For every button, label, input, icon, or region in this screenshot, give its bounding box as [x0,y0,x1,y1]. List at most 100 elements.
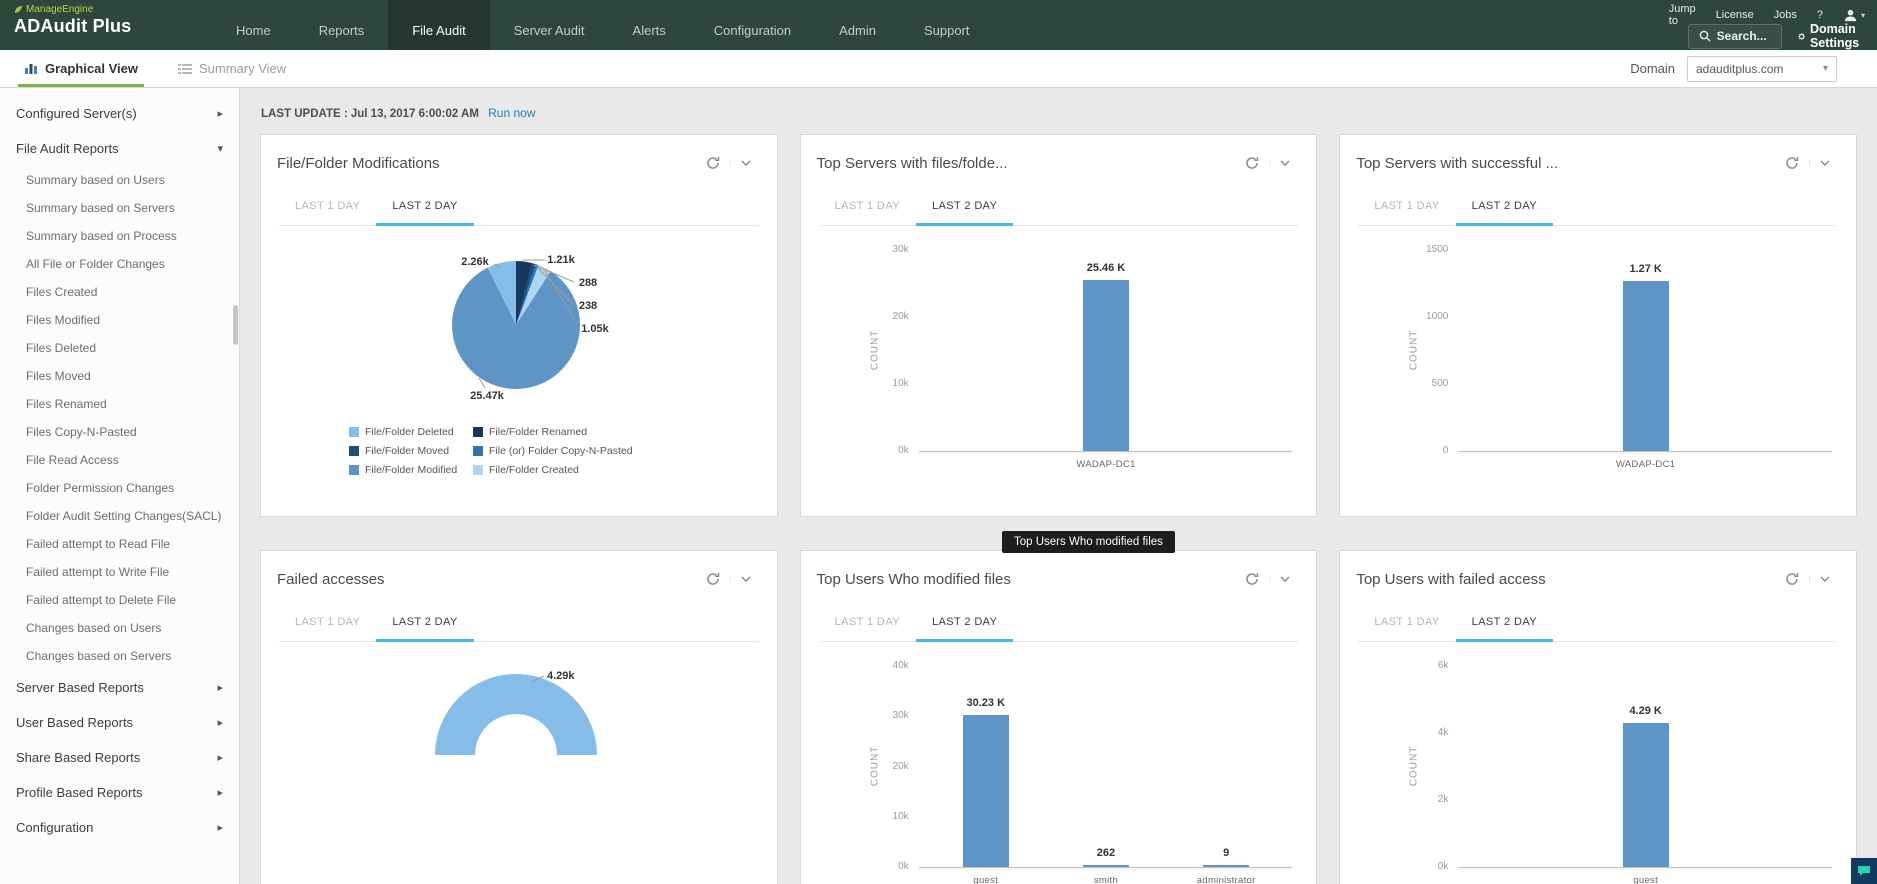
tab-last-2-day[interactable]: LAST 2 DAY [916,189,1014,226]
refresh-icon[interactable] [1775,156,1809,170]
tab-last-2-day[interactable]: LAST 2 DAY [916,605,1014,642]
tab-last-1-day[interactable]: LAST 1 DAY [819,605,916,642]
tab-last-1-day[interactable]: LAST 1 DAY [819,189,916,226]
tab-last-1-day[interactable]: LAST 1 DAY [1358,605,1455,642]
nav-item-server-audit[interactable]: Server Audit [490,0,609,50]
sidebar-section-file-audit-reports[interactable]: File Audit Reports ▾ [0,131,239,166]
x-axis-labels: WADAP-DC1 [926,459,1287,470]
chevron-down-icon[interactable] [1269,576,1300,582]
sidebar-item-failed-attempt-to-delete-file[interactable]: Failed attempt to Delete File [0,586,239,614]
nav-item-home[interactable]: Home [212,0,295,50]
bar[interactable] [1082,280,1129,451]
sidebar-item-files-moved[interactable]: Files Moved [0,362,239,390]
bar-slot: 4.29 K [1606,666,1686,867]
nav-item-file-audit[interactable]: File Audit [388,0,490,50]
chevron-down-icon[interactable] [1269,160,1300,166]
view-tab-label: Summary View [198,61,287,76]
tab-last-1-day[interactable]: LAST 1 DAY [1358,189,1455,226]
sidebar-item-file-read-access[interactable]: File Read Access [0,446,239,474]
bar[interactable] [1622,723,1669,867]
bar[interactable] [1203,865,1250,867]
sidebar-item-all-file-or-folder-changes[interactable]: All File or Folder Changes [0,250,239,278]
sidebar-item-folder-audit-setting-changes-sacl[interactable]: Folder Audit Setting Changes(SACL) [0,502,239,530]
sidebar-item-changes-based-on-users[interactable]: Changes based on Users [0,614,239,642]
refresh-icon[interactable] [1235,572,1269,586]
sidebar-item-files-modified[interactable]: Files Modified [0,306,239,334]
user-menu[interactable]: ▾ [1843,8,1865,23]
x-axis-category: smith [1093,875,1119,884]
view-tab-label: Graphical View [45,61,138,76]
nav-item-configuration[interactable]: Configuration [690,0,815,50]
sidebar-item-summary-based-on-process[interactable]: Summary based on Process [0,222,239,250]
card-title: Top Users Who modified files [816,570,1011,588]
chevron-right-icon: ▸ [217,717,223,729]
bar-chart-body: COUNT 0k 2k 4k 6k 4.29 K guest [1340,642,1856,884]
chevron-down-icon[interactable] [729,576,761,582]
bar-slot: 25.46 K [1066,250,1146,451]
sidebar-section-server-based-reports[interactable]: Server Based Reports ▸ [0,670,239,705]
sidebar-section-configuration[interactable]: Configuration ▸ [0,810,239,845]
donut-chart[interactable] [435,674,597,755]
sidebar-section-user-based-reports[interactable]: User Based Reports ▸ [0,705,239,740]
sidebar-section-profile-based-reports[interactable]: Profile Based Reports ▸ [0,775,239,810]
sidebar-item-changes-based-on-servers[interactable]: Changes based on Servers [0,642,239,670]
view-tab-graphical-view[interactable]: Graphical View [14,50,148,87]
sidebar-item-summary-based-on-users[interactable]: Summary based on Users [0,166,239,194]
refresh-icon[interactable] [696,572,730,586]
domain-select-value: adauditplus.com [1696,61,1784,76]
run-now-link[interactable]: Run now [488,106,535,120]
nav-item-alerts[interactable]: Alerts [609,0,690,50]
quick-link-jobs[interactable]: Jobs [1774,9,1797,21]
card-top-servers-files: Top Servers with files/folde... LAST 1 D… [799,134,1318,518]
tab-last-2-day[interactable]: LAST 2 DAY [376,605,474,642]
x-axis-labels: guest [1465,875,1826,884]
nav-item-reports[interactable]: Reports [295,0,389,50]
chevron-down-icon[interactable] [729,160,761,166]
sidebar-scrollbar[interactable] [233,305,238,345]
card-actions [1235,564,1300,586]
sidebar-section-configured-server-s[interactable]: Configured Server(s) ▸ [0,96,239,131]
pie-chart[interactable] [452,261,580,389]
tab-last-1-day[interactable]: LAST 1 DAY [279,189,376,226]
bar[interactable] [962,715,1009,867]
tab-last-1-day[interactable]: LAST 1 DAY [279,605,376,642]
last-update-line: LAST UPDATE : Jul 13, 2017 6:00:02 AM Ru… [261,106,1857,120]
sidebar-item-files-deleted[interactable]: Files Deleted [0,334,239,362]
domain-settings-button[interactable]: Domain Settings [1798,22,1865,50]
refresh-icon[interactable] [1235,156,1269,170]
sidebar-item-files-created[interactable]: Files Created [0,278,239,306]
quick-link-[interactable]: ? [1817,9,1823,21]
tab-last-2-day[interactable]: LAST 2 DAY [1455,189,1554,226]
domain-selector: Domain adauditplus.com ▾ [1630,50,1837,87]
nav-item-support[interactable]: Support [900,0,994,50]
chevron-down-icon[interactable] [1809,576,1840,582]
sidebar-item-failed-attempt-to-read-file[interactable]: Failed attempt to Read File [0,530,239,558]
sidebar-item-files-renamed[interactable]: Files Renamed [0,390,239,418]
donut-value-label: 4.29k [547,670,575,682]
sidebar-section-share-based-reports[interactable]: Share Based Reports ▸ [0,740,239,775]
nav-item-admin[interactable]: Admin [815,0,900,50]
chevron-down-icon[interactable] [1809,160,1840,166]
refresh-icon[interactable] [696,156,730,170]
chat-widget-button[interactable] [1851,858,1877,884]
sidebar-item-failed-attempt-to-write-file[interactable]: Failed attempt to Write File [0,558,239,586]
sidebar-item-folder-permission-changes[interactable]: Folder Permission Changes [0,474,239,502]
y-axis-tick: 0k [898,861,909,872]
tab-last-2-day[interactable]: LAST 2 DAY [1455,605,1554,642]
bar[interactable] [1082,865,1129,867]
legend-swatch [473,427,483,437]
search-button-label: Search... [1716,28,1767,43]
bar-chart-body: COUNT 0k 10k 20k 30k 25.46 K WADAP-DC1 [801,226,1317,518]
search-button[interactable]: Search... [1687,23,1782,49]
refresh-icon[interactable] [1775,572,1809,586]
domain-select[interactable]: adauditplus.com ▾ [1687,55,1837,82]
quick-link-license[interactable]: License [1716,9,1754,21]
view-tab-summary-view[interactable]: Summary View [168,50,296,87]
x-axis-category: guest [973,875,999,884]
domain-label: Domain [1630,61,1675,76]
legend-item: File/Folder Renamed [473,426,633,438]
sidebar-item-files-copy-n-pasted[interactable]: Files Copy-N-Pasted [0,418,239,446]
sidebar-item-summary-based-on-servers[interactable]: Summary based on Servers [0,194,239,222]
tab-last-2-day[interactable]: LAST 2 DAY [376,189,474,226]
bar[interactable] [1622,280,1669,451]
